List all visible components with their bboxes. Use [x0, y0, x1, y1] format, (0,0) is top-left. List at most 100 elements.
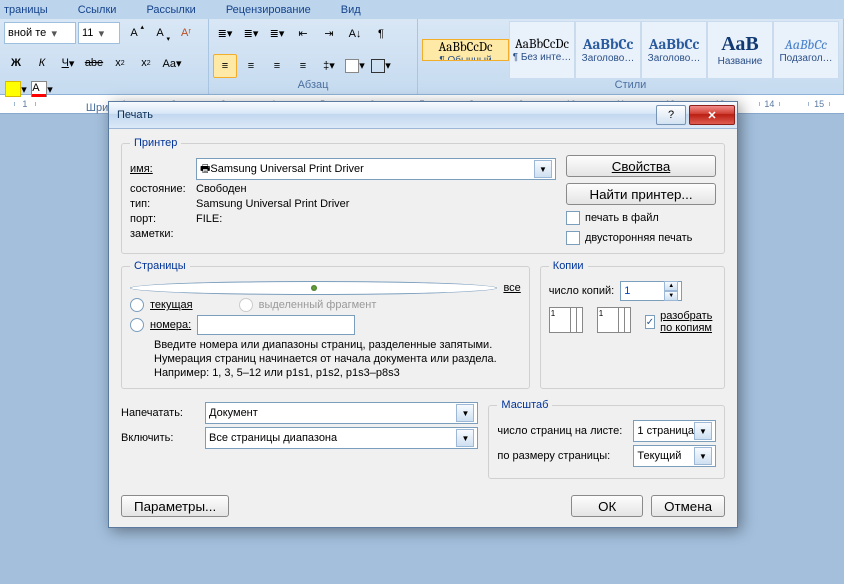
align-right-button[interactable]: ≡ — [265, 54, 289, 78]
properties-button[interactable]: Свойства — [566, 155, 716, 177]
port-label: порт: — [130, 213, 190, 225]
name-label: имя: — [130, 163, 190, 175]
underline-button[interactable]: Ч▾ — [56, 51, 80, 75]
ok-button[interactable]: ОК — [571, 495, 643, 517]
shading-button[interactable]: ▾ — [343, 54, 367, 78]
ribbon-tab-strip: траницы Ссылки Рассылки Рецензирование В… — [0, 0, 844, 19]
strike-button[interactable]: abe — [82, 51, 106, 75]
group-styles-label: Стили — [422, 78, 839, 92]
dialog-title: Печать — [117, 109, 653, 121]
pages-current-radio[interactable]: текущая — [130, 298, 193, 312]
borders-button[interactable]: ▾ — [369, 54, 393, 78]
scale-group: Масштаб число страниц на листе: 1 страни… — [488, 399, 725, 479]
numbering-button[interactable]: ≣▾ — [239, 22, 263, 46]
superscript-button[interactable]: x2 — [134, 51, 158, 75]
printer-name-select[interactable]: 🖶 Samsung Universal Print Driver ▼ — [196, 158, 556, 180]
print-dialog: Печать ? ✕ Принтер имя: 🖶 Samsung Univer… — [108, 101, 738, 528]
collate-icon: 321 — [549, 307, 583, 337]
highlight-button[interactable]: ▾ — [4, 77, 28, 101]
chevron-down-icon: ▼ — [534, 160, 552, 178]
clear-format-button[interactable]: Aʳ — [174, 21, 198, 45]
question-icon: ? — [668, 109, 674, 121]
change-case-button[interactable]: Aa▾ — [160, 51, 184, 75]
print-what-label: Напечатать: — [121, 407, 199, 419]
multilevel-button[interactable]: ≣▾ — [265, 22, 289, 46]
fit-select[interactable]: Текущий▼ — [633, 445, 716, 467]
find-printer-button[interactable]: Найти принтер... — [566, 183, 716, 205]
close-icon: ✕ — [707, 109, 716, 122]
duplex-checkbox[interactable]: двусторонняя печать — [566, 231, 716, 245]
shrink-font-button[interactable]: A▾ — [148, 21, 172, 45]
copies-spinner[interactable]: 1 ▲▼ — [620, 281, 682, 301]
print-to-file-checkbox[interactable]: печать в файл — [566, 211, 716, 225]
tab-pages[interactable]: траницы — [4, 4, 48, 16]
tab-view[interactable]: Вид — [341, 4, 361, 16]
style-item[interactable]: AaBbCcЗаголово… — [575, 21, 641, 78]
dialog-titlebar[interactable]: Печать ? ✕ — [109, 102, 737, 129]
notes-label: заметки: — [130, 228, 190, 240]
state-value: Свободен — [196, 183, 247, 195]
align-center-button[interactable]: ≡ — [239, 54, 263, 78]
justify-button[interactable]: ≡ — [291, 54, 315, 78]
style-item[interactable]: AaBbCcЗаголово… — [641, 21, 707, 78]
print-what-select[interactable]: Документ▼ — [205, 402, 478, 424]
italic-button[interactable]: К — [30, 51, 54, 75]
show-marks-button[interactable]: ¶ — [369, 22, 393, 46]
chevron-down-icon: ▼ — [456, 429, 474, 447]
font-color-button[interactable]: A▾ — [30, 77, 54, 101]
spin-down-icon[interactable]: ▼ — [664, 291, 678, 301]
include-select[interactable]: Все страницы диапазона▼ — [205, 427, 478, 449]
copies-group: Копии число копий: 1 ▲▼ 321 321 ✓разобр — [540, 260, 725, 389]
pages-numbers-input[interactable] — [197, 315, 355, 335]
style-item[interactable]: AaBbCcDc¶ Обычный — [422, 39, 509, 61]
style-item[interactable]: AaBbCcПодзагол… — [773, 21, 839, 78]
cancel-button[interactable]: Отмена — [651, 495, 725, 517]
state-label: состояние: — [130, 183, 190, 195]
tab-links[interactable]: Ссылки — [78, 4, 117, 16]
chevron-down-icon: ▼ — [694, 447, 712, 465]
grow-font-button[interactable]: A▴ — [122, 21, 146, 45]
pps-select[interactable]: 1 страница▼ — [633, 420, 716, 442]
ribbon: вной те▾ 11▾ A▴ A▾ Aʳ Ж К Ч▾ abe x2 x2 A… — [0, 19, 844, 95]
include-label: Включить: — [121, 432, 199, 444]
font-family-combo[interactable]: вной те▾ — [4, 22, 76, 44]
bold-button[interactable]: Ж — [4, 51, 28, 75]
type-value: Samsung Universal Print Driver — [196, 198, 349, 210]
group-paragraph-label: Абзац — [213, 78, 413, 92]
indent-inc-button[interactable]: ⇥ — [317, 22, 341, 46]
style-item[interactable]: AaBbCcDc¶ Без инте… — [509, 21, 575, 78]
printer-legend: Принтер — [130, 137, 181, 149]
fit-label: по размеру страницы: — [497, 450, 627, 462]
align-left-button[interactable]: ≡ — [213, 54, 237, 78]
pages-all-radio[interactable]: все — [130, 281, 521, 295]
pages-numbers-radio[interactable]: номера: — [130, 315, 521, 335]
tab-review[interactable]: Рецензирование — [226, 4, 311, 16]
help-button[interactable]: ? — [656, 105, 686, 125]
copies-legend: Копии — [549, 260, 588, 272]
collate-checkbox[interactable]: ✓разобрать по копиям — [645, 310, 716, 334]
tab-mailings[interactable]: Рассылки — [146, 4, 195, 16]
style-item[interactable]: АаВНазвание — [707, 21, 773, 78]
printer-icon: 🖶 — [200, 160, 210, 179]
params-button[interactable]: Параметры... — [121, 495, 229, 517]
pages-legend: Страницы — [130, 260, 190, 272]
sort-button[interactable]: A↓ — [343, 22, 367, 46]
pages-selection-radio: выделенный фрагмент — [239, 298, 377, 312]
pps-label: число страниц на листе: — [497, 425, 627, 437]
collate-icon: 321 — [597, 307, 631, 337]
styles-gallery[interactable]: AaBbCcDc¶ ОбычныйAaBbCcDc¶ Без инте…AaBb… — [422, 21, 839, 78]
pages-group: Страницы все текущая выделенный фрагмент… — [121, 260, 530, 389]
close-button[interactable]: ✕ — [689, 105, 735, 125]
line-spacing-button[interactable]: ‡▾ — [317, 54, 341, 78]
pages-hint: Введите номера или диапазоны страниц, ра… — [154, 339, 521, 380]
scale-legend: Масштаб — [497, 399, 552, 411]
chevron-down-icon: ▼ — [694, 422, 712, 440]
type-label: тип: — [130, 198, 190, 210]
font-size-combo[interactable]: 11▾ — [78, 22, 120, 44]
indent-dec-button[interactable]: ⇤ — [291, 22, 315, 46]
bullets-button[interactable]: ≣▾ — [213, 22, 237, 46]
subscript-button[interactable]: x2 — [108, 51, 132, 75]
printer-group: Принтер имя: 🖶 Samsung Universal Print D… — [121, 137, 725, 254]
spin-up-icon[interactable]: ▲ — [664, 281, 678, 291]
chevron-down-icon: ▼ — [456, 404, 474, 422]
